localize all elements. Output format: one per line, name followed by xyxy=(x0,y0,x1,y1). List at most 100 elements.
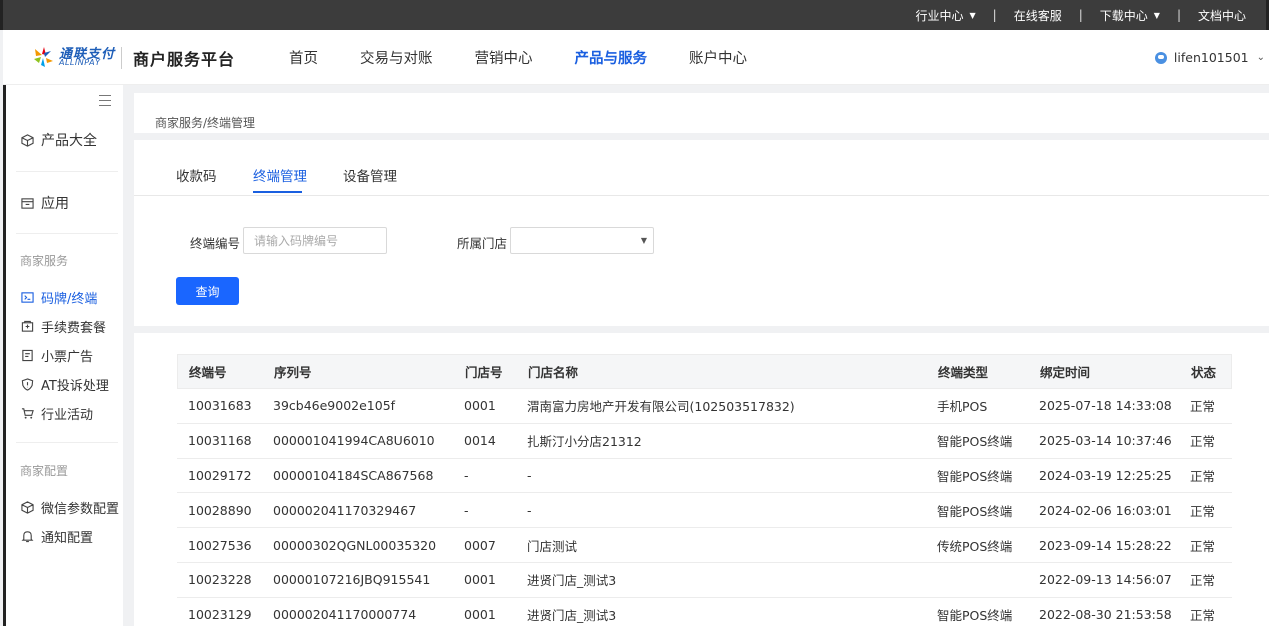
sidebar-item-fee-package[interactable]: 手续费套餐 xyxy=(20,317,106,336)
col-terminal-no: 终端号 xyxy=(189,365,227,380)
caret-down-icon: ▼ xyxy=(1153,10,1160,20)
col-terminal-type: 终端类型 xyxy=(938,365,989,380)
cell-store-name: 渭南富力房地产开发有限公司(102503517832) xyxy=(527,399,795,415)
terminal-number-input[interactable] xyxy=(243,227,387,254)
app-box-icon xyxy=(20,196,34,210)
sidebar-item-industry-events[interactable]: 行业活动 xyxy=(20,404,93,423)
divider xyxy=(16,171,118,172)
cube-icon xyxy=(20,133,34,147)
sidebar-item-complaints[interactable]: AT投诉处理 xyxy=(20,375,109,394)
menu-collapse-icon[interactable] xyxy=(99,95,111,106)
cell-store-no: 0001 xyxy=(464,572,496,588)
cell-status: 正常 xyxy=(1190,538,1216,554)
cell-store-no: 0014 xyxy=(464,433,496,449)
logo-sub: ALLINPAY xyxy=(59,58,101,67)
cell-terminal-type: 手机POS xyxy=(937,399,988,415)
bell-icon xyxy=(20,530,34,544)
cell-status: 正常 xyxy=(1190,468,1216,484)
tab-terminal-management[interactable]: 终端管理 xyxy=(253,165,307,185)
table-row[interactable]: 10028890 000002041170329467 - - 智能POS终端 2024-… xyxy=(177,493,1232,529)
cell-terminal-type: 智能POS终端 xyxy=(937,608,1013,624)
fee-package-icon xyxy=(20,320,34,334)
sidebar-item-wechat-config[interactable]: 微信参数配置 xyxy=(20,498,119,517)
cell-bind-time: 2024-03-19 12:25:25 xyxy=(1039,467,1172,483)
cell-status: 正常 xyxy=(1190,503,1216,519)
col-serial-no: 序列号 xyxy=(274,365,312,380)
platform-title: 商户服务平台 xyxy=(133,50,236,69)
sidebar-item-products[interactable]: 产品大全 xyxy=(20,130,97,150)
cart-icon xyxy=(20,407,34,421)
cell-bind-time: 2025-07-18 14:33:08 xyxy=(1039,398,1172,414)
cell-terminal-no: 10027536 xyxy=(188,537,252,553)
caret-down-icon: ▼ xyxy=(640,236,647,245)
top-utility-bar: 行业中心 ▼ | 在线客服 | 下载中心 ▼ | 文档中心 xyxy=(0,0,1269,30)
sidebar: 产品大全 应用 商家服务 码牌/终端 手续费套餐 小票广告 AT投诉处理 行业活… xyxy=(3,85,123,626)
shield-icon xyxy=(20,378,34,392)
table-body: 10031683 39cb46e9002e105f 0001 渭南富力房地产开发有限公… xyxy=(177,389,1232,626)
table-row[interactable]: 10029172 00000104184SCA867568 - - 智能POS终端 202… xyxy=(177,459,1232,494)
sidebar-item-label: 产品大全 xyxy=(41,133,97,149)
sidebar-item-notification-config[interactable]: 通知配置 xyxy=(20,527,93,546)
cell-serial-no: 00000302QGNL00035320 xyxy=(273,537,437,553)
cell-status: 正常 xyxy=(1190,399,1216,415)
cell-terminal-no: 10031683 xyxy=(188,398,252,414)
caret-down-icon: ▼ xyxy=(969,10,976,20)
cell-terminal-type: 智能POS终端 xyxy=(937,468,1013,484)
cell-serial-no: 39cb46e9002e105f xyxy=(273,398,396,414)
table-row[interactable]: 10031168 000001041994CA8U6010 0014 扎斯汀小分店21… xyxy=(177,424,1232,459)
col-store-name: 门店名称 xyxy=(528,365,579,380)
store-select[interactable]: ▼ xyxy=(510,227,654,254)
nav-products[interactable]: 产品与服务 xyxy=(575,47,648,68)
top-link-support[interactable]: 在线客服 xyxy=(1014,7,1062,24)
nav-account[interactable]: 账户中心 xyxy=(689,47,747,68)
sidebar-item-label: 微信参数配置 xyxy=(41,502,120,517)
cell-serial-no: 000002041170000774 xyxy=(273,607,417,623)
col-store-no: 门店号 xyxy=(465,365,503,380)
cell-store-no: 0001 xyxy=(464,607,496,623)
active-tab-indicator xyxy=(253,191,302,193)
tab-payment-code[interactable]: 收款码 xyxy=(176,165,217,185)
nav-marketing[interactable]: 营销中心 xyxy=(475,47,533,68)
tab-device-management[interactable]: 设备管理 xyxy=(343,165,397,185)
user-menu[interactable]: lifen101501 ⌄ xyxy=(1154,30,1265,85)
cell-store-name: 进贤门店_测试3 xyxy=(527,608,617,624)
table-row[interactable]: 10031683 39cb46e9002e105f 0001 渭南富力房地产开发有限公… xyxy=(177,389,1232,424)
nav-home[interactable]: 首页 xyxy=(289,47,318,68)
top-link-download[interactable]: 下载中心 ▼ xyxy=(1100,7,1160,24)
cell-store-name: 门店测试 xyxy=(527,538,578,554)
col-bind-time: 绑定时间 xyxy=(1040,365,1091,380)
top-link-industry[interactable]: 行业中心 ▼ xyxy=(915,7,975,24)
allinpay-logo[interactable]: 通联支付 ALLINPAY xyxy=(31,43,115,71)
cell-store-no: - xyxy=(464,502,469,518)
sidebar-item-label: 码牌/终端 xyxy=(41,292,98,307)
sidebar-item-apps[interactable]: 应用 xyxy=(20,193,69,213)
top-link-label: 下载中心 xyxy=(1099,8,1148,23)
table-row[interactable]: 10023228 00000107216JBQ915541 0001 进贤门店_测试3… xyxy=(177,563,1232,598)
top-link-docs[interactable]: 文档中心 xyxy=(1198,7,1246,24)
separator: | xyxy=(1078,8,1083,22)
cell-status: 正常 xyxy=(1190,573,1216,589)
filter-card: 收款码 终端管理 设备管理 终端编号 所属门店 ▼ 查询 xyxy=(134,140,1269,326)
sidebar-item-receipt-ads[interactable]: 小票广告 xyxy=(20,346,93,365)
cell-store-name: - xyxy=(527,467,532,483)
sidebar-group-merchant-config: 商家配置 xyxy=(20,464,69,478)
terminal-icon xyxy=(20,291,34,305)
cell-serial-no: 00000107216JBQ915541 xyxy=(273,572,431,588)
allinpay-logo-mark-icon xyxy=(34,47,53,67)
tab-bar: 收款码 终端管理 设备管理 xyxy=(134,140,1269,196)
cell-serial-no: 00000104184SCA867568 xyxy=(273,467,434,483)
chevron-down-icon: ⌄ xyxy=(1256,52,1265,63)
cell-terminal-type: 智能POS终端 xyxy=(937,503,1013,519)
cell-status: 正常 xyxy=(1190,434,1216,450)
cell-terminal-no: 10029172 xyxy=(188,467,252,483)
cell-terminal-no: 10023228 xyxy=(188,572,252,588)
nav-transactions[interactable]: 交易与对账 xyxy=(360,47,433,68)
receipt-icon xyxy=(20,349,34,363)
sidebar-item-terminals[interactable]: 码牌/终端 xyxy=(20,288,97,307)
query-button[interactable]: 查询 xyxy=(176,277,239,305)
breadcrumb: 商家服务/终端管理 xyxy=(155,116,256,130)
table-row[interactable]: 10027536 00000302QGNL00035320 0007 门店测试 传统PO… xyxy=(177,528,1232,563)
separator: | xyxy=(992,8,997,22)
cell-store-name: - xyxy=(527,502,532,518)
table-row[interactable]: 10023129 000002041170000774 0001 进贤门店_测试3 智能… xyxy=(177,598,1232,626)
